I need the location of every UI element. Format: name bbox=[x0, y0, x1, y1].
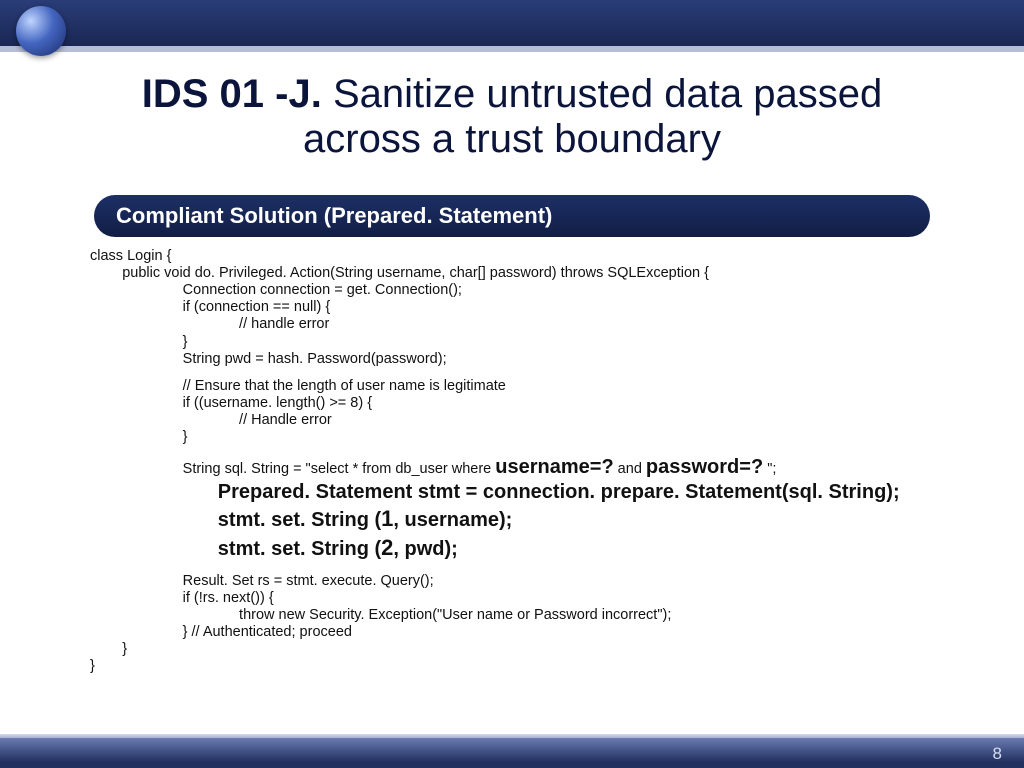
code-emph: , pwd); bbox=[393, 538, 457, 560]
code-num: 2 bbox=[381, 535, 393, 560]
slide-title: IDS 01 -J. Sanitize untrusted data passe… bbox=[60, 72, 964, 162]
code-line: } // Authenticated; proceed bbox=[90, 624, 352, 640]
code-num: 1 bbox=[381, 506, 393, 531]
code-emph: , username); bbox=[393, 509, 512, 531]
code-line: } bbox=[90, 641, 127, 657]
code-emph: stmt. set. String ( bbox=[90, 538, 381, 560]
code-line: // Ensure that the length of user name i… bbox=[90, 378, 506, 394]
title-line2: across a trust boundary bbox=[60, 117, 964, 162]
code-line: if (!rs. next()) { bbox=[90, 590, 274, 606]
code-line: } bbox=[90, 658, 95, 674]
slide: IDS 01 -J. Sanitize untrusted data passe… bbox=[0, 0, 1024, 768]
code-line: if ((username. length() >= 8) { bbox=[90, 395, 372, 411]
code-line: String pwd = hash. Password(password); bbox=[90, 351, 447, 367]
code-line: class Login { bbox=[90, 248, 171, 264]
title-prefix: IDS 01 -J. bbox=[142, 72, 322, 116]
code-emph: username=? bbox=[495, 456, 613, 478]
code-emph: Prepared. Statement stmt = connection. p… bbox=[90, 480, 900, 506]
code-emph: password=? bbox=[646, 456, 763, 478]
code-line: and bbox=[614, 461, 646, 477]
code-line: // handle error bbox=[90, 316, 329, 332]
top-bar bbox=[0, 0, 1024, 46]
code-line: // Handle error bbox=[90, 412, 332, 428]
compliant-solution-heading: Compliant Solution (Prepared. Statement) bbox=[94, 195, 930, 237]
pill-label: Compliant Solution (Prepared. Statement) bbox=[116, 203, 552, 229]
code-line: String sql. String = "select * from db_u… bbox=[90, 461, 495, 477]
code-line: throw new Security. Exception("User name… bbox=[90, 607, 671, 623]
code-emph: stmt. set. String ( bbox=[90, 509, 381, 531]
title-rest: Sanitize untrusted data passed bbox=[322, 72, 882, 116]
page-number: 8 bbox=[993, 744, 1002, 764]
bottom-bar: 8 bbox=[0, 738, 1024, 768]
code-line: Result. Set rs = stmt. execute. Query(); bbox=[90, 573, 434, 589]
code-line: Connection connection = get. Connection(… bbox=[90, 282, 462, 298]
code-line: public void do. Privileged. Action(Strin… bbox=[90, 265, 709, 281]
code-line: "; bbox=[763, 461, 776, 477]
code-line: } bbox=[90, 334, 188, 350]
code-line: if (connection == null) { bbox=[90, 299, 330, 315]
code-block: class Login { public void do. Privileged… bbox=[90, 248, 954, 675]
code-line: } bbox=[90, 429, 188, 445]
